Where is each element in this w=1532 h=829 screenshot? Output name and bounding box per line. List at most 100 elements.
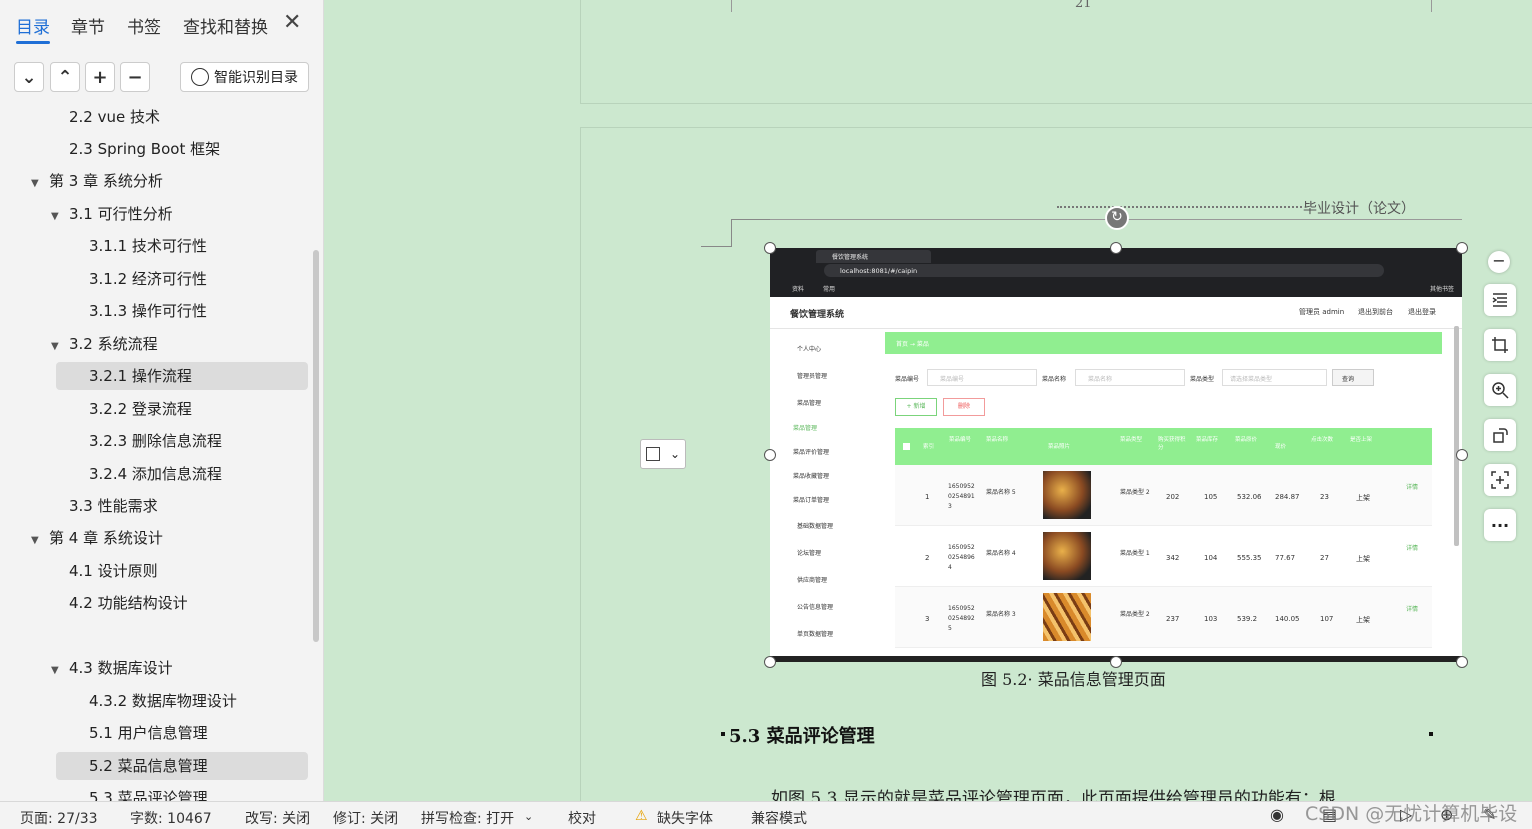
wrap-text-icon[interactable]	[1484, 284, 1516, 316]
cell: 107	[1320, 615, 1334, 623]
smart-icon	[191, 68, 209, 86]
spell-check[interactable]: 拼写检查: 打开	[421, 808, 514, 828]
collapse-toolbar-icon[interactable]: −	[1488, 251, 1510, 273]
toc-item[interactable]: 4.2 功能结构设计	[69, 589, 188, 617]
track-changes[interactable]: 修订: 关闭	[333, 808, 398, 828]
watermark: CSDN @无忧计算机毕设	[1305, 803, 1518, 825]
menu-item: 管理员管理	[797, 373, 828, 380]
resize-handle[interactable]	[1456, 449, 1468, 461]
paragraph-mark	[1429, 732, 1433, 736]
food-photo	[1043, 593, 1091, 641]
toc-item[interactable]: 4.3.2 数据库物理设计	[89, 687, 237, 715]
toc-item[interactable]: 3.1.2 经济可行性	[89, 265, 207, 293]
page-count[interactable]: 页面: 27/33	[20, 808, 98, 828]
toc-item[interactable]: ▼ 3.1 可行性分析	[51, 200, 173, 228]
toc-label: 2.2 vue 技术	[69, 108, 161, 126]
tab-find-replace[interactable]: 查找和替换	[183, 13, 268, 38]
app-title: 餐饮管理系统	[790, 310, 845, 320]
toc-item[interactable]: ▼ 4.3 数据库设计	[51, 654, 173, 682]
menu-item-active: 菜品管理	[793, 425, 818, 432]
rotate-handle-icon[interactable]: ↻	[1105, 206, 1129, 230]
remove-heading-button[interactable]: −	[120, 62, 150, 92]
smart-toc-button[interactable]: 智能识别目录	[180, 62, 309, 92]
browser-chrome: 餐饮管理系统 localhost:8081/#/caipin 资料 常用 其他书…	[770, 248, 1462, 297]
toc-item[interactable]: 3.1.3 操作可行性	[89, 297, 207, 325]
divider	[770, 328, 1462, 329]
page-number: 21	[1075, 0, 1092, 11]
nav-tabs: 目录 章节 书签 查找和替换 ✕	[0, 0, 323, 50]
resize-handle[interactable]	[764, 656, 776, 668]
resize-handle[interactable]	[1456, 656, 1468, 668]
toc-item[interactable]: ▼ 第 3 章 系统分析	[31, 167, 163, 195]
toc-label: 5.1 用户信息管理	[89, 724, 208, 742]
crop-icon[interactable]	[1484, 329, 1516, 361]
address-url: localhost:8081/#/caipin	[840, 267, 918, 275]
toc-item[interactable]: 2.2 vue 技术	[69, 103, 160, 131]
proofread-button[interactable]: 校对	[568, 808, 596, 828]
layout-options-button[interactable]: ⌄	[640, 439, 686, 469]
toc-item[interactable]: 3.1.1 技术可行性	[89, 232, 207, 260]
expand-icon[interactable]: ▼	[31, 527, 45, 555]
toc-label: 4.3.2 数据库物理设计	[89, 692, 237, 710]
expand-icon[interactable]: ▼	[31, 170, 45, 198]
toc-item[interactable]: ▼ 第 4 章 系统设计	[31, 524, 163, 552]
toc-label: 3.1.1 技术可行性	[89, 237, 207, 255]
zoom-in-icon[interactable]	[1484, 374, 1516, 406]
expand-icon[interactable]: ▼	[51, 657, 65, 685]
compat-mode[interactable]: 兼容模式	[751, 808, 807, 828]
breadcrumb: 首页 → 菜品	[896, 341, 929, 348]
tab-bookmarks[interactable]: 书签	[127, 13, 161, 38]
paragraph-mark	[721, 732, 725, 736]
collapse-up-button[interactable]: ⌃	[50, 62, 80, 92]
toc-label: 2.3 Spring Boot 框架	[69, 140, 221, 158]
resize-handle[interactable]	[1456, 242, 1468, 254]
toc-item[interactable]: ▼ 3.2 系统流程	[51, 330, 158, 358]
status-bar: 页面: 27/33 字数: 10467 改写: 关闭 修订: 关闭 拼写检查: …	[0, 801, 1532, 829]
toc-item[interactable]: 5.1 用户信息管理	[89, 719, 208, 747]
section-heading[interactable]: 5.3 菜品评论管理	[729, 722, 875, 748]
toc-tree: 2.2 vue 技术 2.3 Spring Boot 框架 ▼ 第 3 章 系统分…	[0, 100, 312, 801]
cell: 3	[925, 615, 930, 623]
embedded-screenshot-image[interactable]: 餐饮管理系统 localhost:8081/#/caipin 资料 常用 其他书…	[770, 248, 1462, 662]
toc-item[interactable]: 3.2.4 添加信息流程	[89, 460, 222, 488]
resize-handle[interactable]	[764, 242, 776, 254]
menu-item: 论坛管理	[797, 550, 822, 557]
column-header: 菜品类型	[1120, 437, 1143, 443]
close-icon[interactable]: ✕	[283, 10, 301, 35]
toc-label: 5.2 菜品信息管理	[89, 757, 208, 775]
add-heading-button[interactable]: +	[85, 62, 115, 92]
chevron-down-icon[interactable]: ⌄	[524, 810, 533, 823]
resize-handle[interactable]	[1110, 656, 1122, 668]
more-icon[interactable]: ···	[1484, 509, 1516, 541]
eye-icon[interactable]: ◉	[1270, 805, 1284, 824]
tab-chapters[interactable]: 章节	[71, 13, 105, 38]
resize-handle[interactable]	[764, 449, 776, 461]
toc-item[interactable]: 3.2.3 删除信息流程	[89, 427, 222, 455]
tab-toc[interactable]: 目录	[16, 13, 50, 44]
cell: 27	[1320, 554, 1329, 562]
rotate-icon[interactable]	[1484, 419, 1516, 451]
toc-item[interactable]: 4.1 设计原则	[69, 557, 158, 585]
missing-fonts[interactable]: 缺失字体	[657, 808, 713, 828]
toc-label: 4.1 设计原则	[69, 562, 158, 580]
nav-scrollbar[interactable]	[313, 250, 319, 642]
cell: 菜品名称 4	[986, 550, 1016, 557]
word-count[interactable]: 字数: 10467	[130, 808, 212, 828]
navigation-pane: 目录 章节 书签 查找和替换 ✕ ⌄ ⌃ + − 智能识别目录 2.2 vue …	[0, 0, 324, 801]
toc-item[interactable]: 5.3 菜品评论管理	[89, 784, 208, 801]
expand-down-button[interactable]: ⌄	[14, 62, 44, 92]
toc-item[interactable]: 3.2.2 登录流程	[89, 395, 192, 423]
frame-icon	[645, 447, 660, 461]
extract-text-icon[interactable]	[1484, 464, 1516, 496]
resize-handle[interactable]	[1110, 242, 1122, 254]
filter-label: 菜品名称	[1042, 376, 1067, 383]
toc-item[interactable]: 2.3 Spring Boot 框架	[69, 135, 220, 163]
expand-icon[interactable]: ▼	[51, 203, 65, 231]
toc-item-selected[interactable]: 5.2 菜品信息管理	[56, 752, 308, 780]
toc-item[interactable]: 3.3 性能需求	[69, 492, 158, 520]
rewrite-mode[interactable]: 改写: 关闭	[245, 808, 310, 828]
expand-icon[interactable]: ▼	[51, 333, 65, 361]
toc-item-selected[interactable]: 3.2.1 操作流程	[56, 362, 308, 390]
inner-scrollbar	[1454, 326, 1459, 546]
smart-toc-label: 智能识别目录	[214, 70, 298, 86]
